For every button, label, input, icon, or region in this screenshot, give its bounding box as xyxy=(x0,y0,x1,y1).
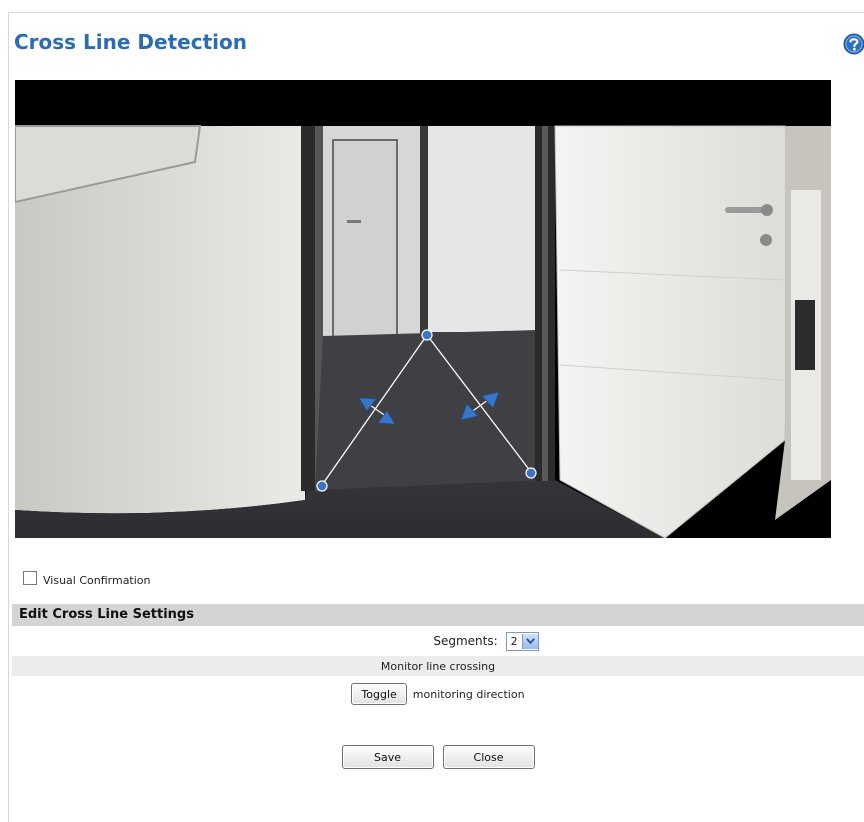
page-title: Cross Line Detection xyxy=(14,30,247,54)
visual-confirmation-label: Visual Confirmation xyxy=(43,573,151,587)
help-icon[interactable] xyxy=(843,33,864,55)
close-button[interactable]: Close xyxy=(442,745,535,769)
toggle-button[interactable]: Toggle xyxy=(351,683,407,705)
toggle-row: Toggle monitoring direction xyxy=(12,682,864,706)
segments-row: Segments: 2 xyxy=(12,628,864,654)
line-handle xyxy=(316,480,328,492)
segments-value: 2 xyxy=(510,634,518,648)
line-handle xyxy=(525,467,537,479)
camera-view[interactable] xyxy=(15,80,831,538)
visual-confirmation-checkbox[interactable] xyxy=(23,571,37,585)
segments-label: Segments: xyxy=(433,634,498,648)
monitor-line-crossing: Monitor line crossing xyxy=(12,656,864,676)
segments-select[interactable]: 2 xyxy=(505,631,539,651)
settings-header: Edit Cross Line Settings xyxy=(12,604,864,626)
action-buttons: Save Close xyxy=(12,745,864,769)
line-handle xyxy=(421,329,433,341)
toggle-suffix-label: monitoring direction xyxy=(412,687,525,701)
save-button[interactable]: Save xyxy=(341,745,434,769)
chevron-down-icon[interactable] xyxy=(521,633,538,649)
visual-confirmation-row: Visual Confirmation xyxy=(23,570,151,590)
